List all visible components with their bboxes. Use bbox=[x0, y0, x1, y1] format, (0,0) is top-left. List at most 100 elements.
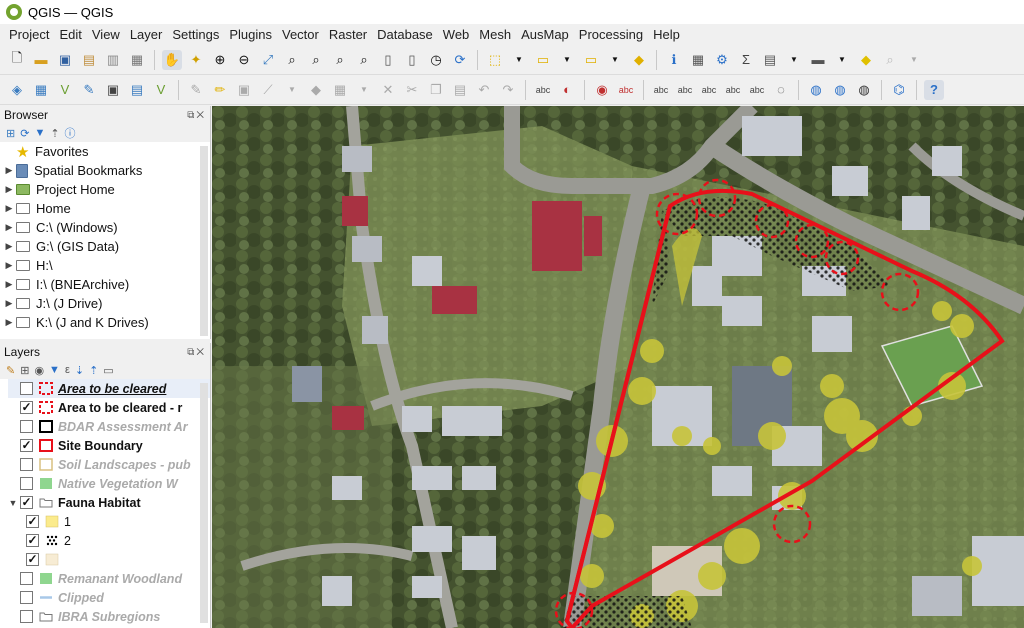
layer-row-remanant-woodland[interactable]: Remanant Woodland bbox=[8, 569, 210, 588]
callout-icon[interactable]: ◌ bbox=[771, 80, 791, 100]
show-hide-labels-icon[interactable]: abc bbox=[723, 80, 743, 100]
menu-database[interactable]: Database bbox=[372, 27, 438, 42]
save-project-icon[interactable]: ▣ bbox=[55, 50, 75, 70]
layer-checkbox[interactable]: ✓ bbox=[20, 439, 33, 452]
layer-checkbox[interactable] bbox=[20, 477, 33, 490]
layers-scrollbar[interactable] bbox=[200, 383, 208, 623]
label-toolbar-icon[interactable]: abc bbox=[533, 80, 553, 100]
add-group-icon[interactable]: ⊞ bbox=[20, 364, 29, 377]
browser-item-k-drive[interactable]: ▶ K:\ (J and K Drives) bbox=[4, 313, 210, 332]
temporal-controller-icon[interactable]: ◷ bbox=[426, 50, 446, 70]
collapse-all-icon[interactable]: ⇡ bbox=[50, 127, 59, 140]
dropdown-arrow-icon[interactable]: ▼ bbox=[832, 50, 852, 70]
menu-ausmap[interactable]: AusMap bbox=[516, 27, 574, 42]
expand-arrow-icon[interactable]: ▶ bbox=[4, 317, 14, 328]
zoom-layer-icon[interactable]: ⌕ bbox=[306, 50, 326, 70]
expand-arrow-icon[interactable]: ▶ bbox=[4, 241, 14, 252]
layer-checkbox[interactable]: ✓ bbox=[20, 401, 33, 414]
layer-checkbox[interactable] bbox=[20, 420, 33, 433]
layer-row-ibra-subregions[interactable]: IBRA Subregions bbox=[8, 607, 210, 626]
save-edits-icon[interactable]: ▣ bbox=[234, 80, 254, 100]
expand-arrow-icon[interactable]: ▶ bbox=[4, 184, 14, 195]
collapse-all-icon[interactable]: ⇡ bbox=[89, 364, 98, 377]
layer-checkbox[interactable] bbox=[20, 382, 33, 395]
remove-layer-icon[interactable]: ▭ bbox=[103, 364, 113, 377]
copy-features-icon[interactable]: ❐ bbox=[426, 80, 446, 100]
dropdown-arrow-icon[interactable]: ▼ bbox=[557, 50, 577, 70]
browser-item-spatial-bookmarks[interactable]: ▶ Spatial Bookmarks bbox=[4, 161, 210, 180]
layer-checkbox[interactable]: ✓ bbox=[20, 496, 33, 509]
add-vector-icon[interactable]: V bbox=[55, 80, 75, 100]
layer-row-site-boundary[interactable]: ✓ Site Boundary bbox=[8, 436, 210, 455]
modify-attributes-icon[interactable]: ▦ bbox=[330, 80, 350, 100]
help-icon[interactable]: ? bbox=[924, 79, 944, 100]
browser-item-j-drive[interactable]: ▶ J:\ (J Drive) bbox=[4, 294, 210, 313]
collapse-arrow-icon[interactable]: ▼ bbox=[8, 498, 18, 508]
map-tips-icon[interactable]: ◆ bbox=[856, 50, 876, 70]
rotate-label-icon[interactable]: abc bbox=[675, 80, 695, 100]
browser-item-h-drive[interactable]: ▶ H:\ bbox=[4, 256, 210, 275]
pan-to-selection-icon[interactable]: ✦ bbox=[186, 50, 206, 70]
table-icon[interactable]: ▤ bbox=[760, 50, 780, 70]
layer-checkbox[interactable]: ✓ bbox=[26, 515, 39, 528]
processing-toolbox-icon[interactable]: ⚙ bbox=[712, 50, 732, 70]
change-label-icon[interactable]: abc bbox=[699, 80, 719, 100]
expand-arrow-icon[interactable]: ▶ bbox=[4, 279, 14, 290]
highlight-labels-icon[interactable]: abc bbox=[616, 80, 636, 100]
select-location-icon[interactable]: ◆ bbox=[629, 50, 649, 70]
layer-row-bdar-assessment[interactable]: BDAR Assessment Ar bbox=[8, 417, 210, 436]
cut-features-icon[interactable]: ✂ bbox=[402, 80, 422, 100]
pan-map-icon[interactable]: ✋ bbox=[162, 49, 182, 70]
paste-features-icon[interactable]: ▤ bbox=[450, 80, 470, 100]
panel-float-close-icon[interactable]: ⧉✕ bbox=[187, 347, 206, 358]
expand-all-icon[interactable]: ⇣ bbox=[75, 364, 84, 377]
expand-arrow-icon[interactable]: ▶ bbox=[4, 260, 14, 271]
browser-item-c-drive[interactable]: ▶ C:\ (Windows) bbox=[4, 218, 210, 237]
open-project-icon[interactable]: ▬ bbox=[31, 50, 51, 70]
menu-help[interactable]: Help bbox=[648, 27, 685, 42]
network-icon[interactable]: ▤ bbox=[127, 80, 147, 100]
menu-mesh[interactable]: Mesh bbox=[474, 27, 516, 42]
digitize-icon[interactable]: ✎ bbox=[79, 80, 99, 100]
menu-view[interactable]: View bbox=[87, 27, 125, 42]
filter-expression-icon[interactable]: ε bbox=[65, 364, 70, 376]
menu-processing[interactable]: Processing bbox=[574, 27, 648, 42]
zoom-next-icon[interactable]: ▯ bbox=[378, 50, 398, 70]
undo-icon[interactable]: ↶ bbox=[474, 80, 494, 100]
expand-arrow-icon[interactable]: ▶ bbox=[4, 298, 14, 309]
menu-plugins[interactable]: Plugins bbox=[224, 27, 277, 42]
layer-row-soil-landscapes[interactable]: Soil Landscapes - pub bbox=[8, 455, 210, 474]
search-locator-icon[interactable]: ⌕ bbox=[880, 50, 900, 70]
diagram-icon[interactable]: ◐ bbox=[557, 80, 577, 100]
redo-icon[interactable]: ↷ bbox=[498, 80, 518, 100]
current-edits-icon[interactable]: ✎ bbox=[186, 80, 206, 100]
toggle-editing-icon[interactable]: ✏ bbox=[210, 80, 230, 100]
globe-plugin-icon[interactable]: ◍ bbox=[806, 80, 826, 100]
vertex-tool-icon[interactable]: ◆ bbox=[306, 80, 326, 100]
zoom-last-icon[interactable]: ⌕ bbox=[354, 50, 374, 70]
filter-icon[interactable]: ▼ bbox=[34, 127, 45, 139]
menu-raster[interactable]: Raster bbox=[324, 27, 372, 42]
layer-row-fauna-class-2[interactable]: ✓ 2 bbox=[8, 531, 210, 550]
layer-row-area-to-be-cleared-r[interactable]: ✓ Area to be cleared - r bbox=[8, 398, 210, 417]
style-icon[interactable]: ✎ bbox=[6, 364, 15, 377]
dropdown-arrow-icon[interactable]: ▼ bbox=[904, 50, 924, 70]
layer-row-fauna-class-1[interactable]: ✓ 1 bbox=[8, 512, 210, 531]
python-console-icon[interactable]: ⌬ bbox=[889, 80, 909, 100]
data-source-manager-icon[interactable]: ◈ bbox=[7, 80, 27, 100]
virtual-layer-icon[interactable]: V bbox=[151, 80, 171, 100]
refresh-icon[interactable]: ⟳ bbox=[450, 50, 470, 70]
menu-project[interactable]: Project bbox=[4, 27, 54, 42]
statistics-summary-icon[interactable]: Σ bbox=[736, 50, 756, 70]
layer-checkbox[interactable] bbox=[20, 458, 33, 471]
expand-arrow-icon[interactable]: ▶ bbox=[4, 222, 14, 233]
zoom-selection-icon[interactable]: ⌕ bbox=[282, 50, 302, 70]
menu-edit[interactable]: Edit bbox=[54, 27, 86, 42]
dropdown-arrow-icon[interactable]: ▼ bbox=[784, 50, 804, 70]
layer-row-fauna-class-other[interactable]: ✓ bbox=[8, 550, 210, 569]
browser-scrollbar[interactable] bbox=[200, 146, 208, 336]
zoom-native-icon[interactable]: ⌕ bbox=[330, 50, 350, 70]
menu-web[interactable]: Web bbox=[438, 27, 475, 42]
label-props-icon[interactable]: abc bbox=[747, 80, 767, 100]
car-route-icon[interactable]: ◍ bbox=[854, 80, 874, 100]
